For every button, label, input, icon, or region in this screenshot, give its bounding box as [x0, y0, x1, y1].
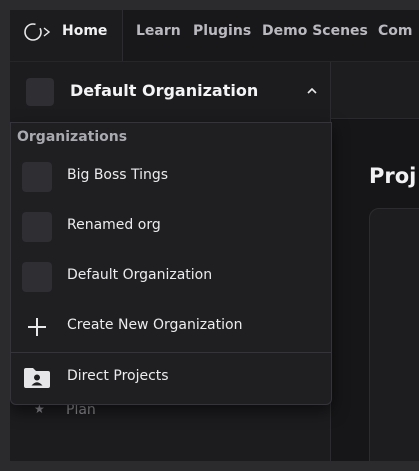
org-option-default-organization[interactable]: Default Organization: [11, 252, 331, 302]
chevron-up-icon[interactable]: [304, 85, 320, 97]
org-option-renamed-org[interactable]: Renamed org: [11, 202, 331, 252]
create-organization-button[interactable]: Create New Organization: [11, 302, 331, 352]
org-avatar: [22, 262, 52, 292]
direct-projects-item[interactable]: Direct Projects: [11, 353, 331, 403]
nav-link-demo-scenes[interactable]: Demo Scenes: [262, 23, 368, 39]
organization-dropdown: Organizations Big Boss Tings Renamed org…: [10, 122, 332, 405]
organization-switcher[interactable]: Default Organization: [10, 62, 330, 124]
dropdown-heading: Organizations: [17, 129, 128, 145]
nav-link-learn[interactable]: Learn: [136, 23, 181, 39]
home-tab-label: Home: [62, 23, 108, 39]
org-option-label: Renamed org: [67, 217, 161, 233]
nav-link-community[interactable]: Com: [378, 23, 412, 39]
app-window: Home Learn Plugins Demo Scenes Com Defau…: [10, 10, 419, 461]
home-tab[interactable]: Home: [10, 10, 123, 61]
folder-user-icon: [24, 368, 50, 388]
logo-icon: [24, 23, 50, 41]
create-organization-label: Create New Organization: [67, 317, 243, 333]
organization-avatar: [26, 78, 54, 106]
main-header-strip: [331, 62, 419, 119]
main-content: Proj: [331, 120, 419, 461]
org-option-big-boss-tings[interactable]: Big Boss Tings: [11, 152, 331, 202]
top-navigation-bar: Home Learn Plugins Demo Scenes Com: [10, 10, 419, 62]
org-avatar: [22, 212, 52, 242]
projects-title: Proj: [369, 164, 417, 188]
project-card[interactable]: [369, 208, 419, 461]
org-avatar: [22, 162, 52, 192]
plus-icon: [28, 318, 46, 336]
nav-link-plugins[interactable]: Plugins: [193, 23, 251, 39]
current-organization-name: Default Organization: [70, 81, 259, 100]
direct-projects-label: Direct Projects: [67, 368, 169, 384]
org-option-label: Big Boss Tings: [67, 167, 169, 183]
org-option-label: Default Organization: [67, 267, 213, 283]
